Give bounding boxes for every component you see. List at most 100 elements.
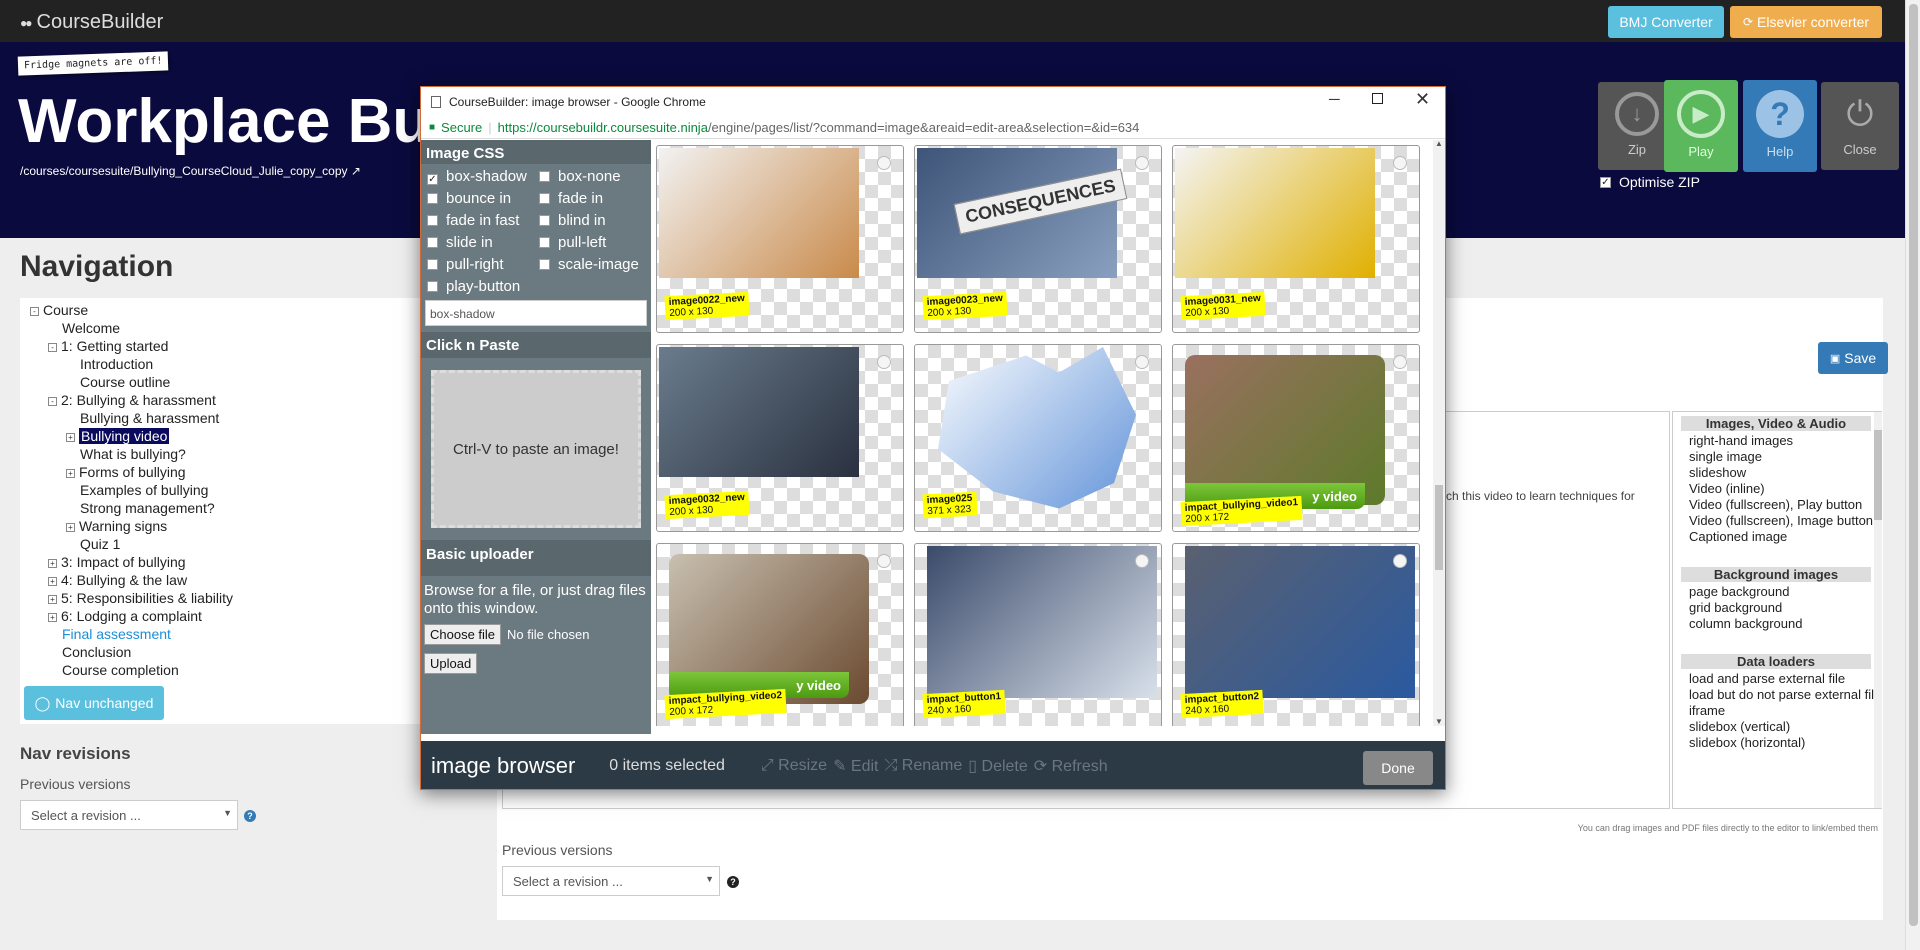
nav-tree-item[interactable]: +4: Bullying & the law — [48, 572, 187, 588]
sidebox-snippet-item[interactable]: page background — [1673, 584, 1881, 600]
css-option-checkbox[interactable] — [539, 259, 550, 270]
image-tile[interactable]: image025 371 x 323 — [914, 344, 1162, 532]
app-logo[interactable]: ●● CourseBuilder — [20, 11, 163, 34]
nav-tree-item[interactable]: Strong management? — [66, 500, 215, 516]
editor-revision-select[interactable]: Select a revision ... ▼ — [502, 866, 720, 896]
nav-tree-item[interactable]: Welcome — [48, 320, 120, 336]
sidebox-snippet-item[interactable]: slideshow — [1673, 465, 1881, 481]
expand-icon[interactable]: + — [66, 522, 75, 532]
nav-tree-item[interactable]: +6: Lodging a complaint — [48, 608, 202, 624]
css-option[interactable]: slide in — [427, 234, 493, 251]
css-option[interactable]: pull-right — [427, 256, 504, 273]
nav-tree-item[interactable]: Course completion — [48, 662, 179, 678]
nav-tree-item[interactable]: +5: Responsibilities & liability — [48, 590, 233, 606]
scroll-up-icon[interactable]: ▲ — [1435, 139, 1443, 148]
upload-button[interactable]: Upload — [424, 653, 478, 674]
select-checkbox[interactable] — [1135, 156, 1149, 170]
sidebox-snippet-item[interactable]: single image — [1673, 449, 1881, 465]
sidebox-scrollbar[interactable] — [1874, 412, 1882, 808]
css-option[interactable]: box-none — [539, 168, 621, 185]
play-button[interactable]: ▶ Play — [1664, 80, 1738, 172]
nav-tree-item[interactable]: -2: Bullying & harassment — [48, 392, 216, 408]
css-option[interactable]: bounce in — [427, 190, 511, 207]
css-option[interactable]: blind in — [539, 212, 606, 229]
image-tile[interactable]: CONSEQUENCES image0023_new 200 x 130 — [914, 145, 1162, 333]
nav-revision-select[interactable]: Select a revision ... ▼ — [20, 800, 238, 830]
sidebox-snippet-item[interactable]: Video (fullscreen), Play button — [1673, 497, 1881, 513]
sidebox-snippet-item[interactable]: slidebox (horizontal) — [1673, 735, 1881, 751]
image-tile[interactable]: impact_button1 240 x 160 — [914, 543, 1162, 726]
nav-tree-item[interactable]: +3: Impact of bullying — [48, 554, 186, 570]
nav-tree-item[interactable]: -1: Getting started — [48, 338, 168, 354]
rename-action[interactable]: ⤮ Rename — [885, 757, 963, 775]
css-option[interactable]: ✓ box-shadow — [427, 168, 527, 185]
css-option-checkbox[interactable] — [427, 215, 438, 226]
optimise-zip-toggle[interactable]: ✓ Optimise ZIP — [1600, 174, 1700, 190]
bmj-converter-button[interactable]: BMJ Converter — [1608, 6, 1724, 38]
css-option-checkbox[interactable] — [539, 193, 550, 204]
window-close-icon[interactable]: ✕ — [1415, 89, 1430, 110]
image-tile[interactable]: image0032_new 200 x 130 — [656, 344, 904, 532]
save-button[interactable]: ▣ Save — [1818, 342, 1888, 374]
paste-drop-zone[interactable]: Ctrl-V to paste an image! — [431, 370, 641, 528]
css-option-checkbox[interactable] — [427, 281, 438, 292]
sidebox-snippet-item[interactable]: right-hand images — [1673, 433, 1881, 449]
collapse-icon[interactable]: - — [48, 396, 57, 406]
delete-action[interactable]: ▯ Delete — [968, 756, 1028, 776]
sidebox-snippet-item[interactable]: iframe — [1673, 703, 1881, 719]
image-tile[interactable]: y video impact_bullying_video1 200 x 172 — [1172, 344, 1420, 532]
maximize-icon[interactable] — [1372, 93, 1383, 104]
nav-unchanged-button[interactable]: ◯ Nav unchanged — [24, 686, 164, 720]
minimize-icon[interactable]: ─ — [1329, 91, 1340, 108]
expand-icon[interactable]: + — [48, 594, 57, 604]
select-checkbox[interactable] — [877, 156, 891, 170]
sidebox-snippet-item[interactable]: Video (fullscreen), Image button — [1673, 513, 1881, 529]
refresh-action[interactable]: ⟳ Refresh — [1034, 756, 1108, 776]
nav-tree-item[interactable]: + Forms of bullying — [66, 464, 186, 480]
select-checkbox[interactable] — [1393, 156, 1407, 170]
css-option[interactable]: pull-left — [539, 234, 606, 251]
css-option-checkbox[interactable] — [427, 193, 438, 204]
css-class-input[interactable]: box-shadow — [425, 300, 647, 326]
nav-tree-item[interactable]: + Bullying video — [66, 428, 170, 444]
expand-icon[interactable]: + — [66, 468, 75, 478]
sidebox-snippet-item[interactable]: grid background — [1673, 600, 1881, 616]
sidebox-snippet-item[interactable]: load but do not parse external file — [1673, 687, 1881, 703]
nav-tree-item[interactable]: What is bullying? — [66, 446, 186, 462]
css-option-checkbox[interactable]: ✓ — [427, 174, 438, 185]
nav-tree-item[interactable]: Bullying & harassment — [66, 410, 219, 426]
page-scrollbar[interactable] — [1905, 0, 1920, 950]
css-option[interactable]: play-button — [427, 278, 520, 295]
sidebox-snippet-item[interactable]: column background — [1673, 616, 1881, 632]
sidebox-snippet-item[interactable]: slidebox (vertical) — [1673, 719, 1881, 735]
select-checkbox[interactable] — [877, 554, 891, 568]
help-info-icon[interactable]: ? — [727, 876, 739, 888]
image-tile[interactable]: image0022_new 200 x 130 — [656, 145, 904, 333]
file-chooser[interactable]: Choose file No file chosen — [421, 624, 651, 645]
image-tile[interactable]: y video impact_bullying_video2 200 x 172 — [656, 543, 904, 726]
nav-tree-item[interactable]: Course outline — [66, 374, 170, 390]
nav-tree-item[interactable]: Quiz 1 — [66, 536, 120, 552]
elsevier-converter-button[interactable]: ⟳ Elsevier converter — [1730, 6, 1882, 38]
sidebox-snippet-item[interactable]: load and parse external file — [1673, 671, 1881, 687]
css-option-checkbox[interactable] — [539, 171, 550, 182]
help-info-icon[interactable]: ? — [244, 810, 256, 822]
nav-tree-item[interactable]: - Course — [30, 302, 88, 318]
close-button[interactable]: ⏻ Close — [1821, 82, 1899, 170]
sidebox-scroll-thumb[interactable] — [1874, 430, 1882, 520]
choose-file-button[interactable]: Choose file — [424, 624, 502, 645]
gallery-scroll-thumb[interactable] — [1435, 485, 1443, 570]
css-option-checkbox[interactable] — [539, 237, 550, 248]
select-checkbox[interactable] — [1135, 554, 1149, 568]
nav-tree-item[interactable]: Final assessment — [48, 626, 171, 642]
expand-icon[interactable]: + — [66, 432, 75, 442]
select-checkbox[interactable] — [1393, 355, 1407, 369]
address-bar[interactable]: ■ Secure | https://coursebuildr.coursesu… — [421, 117, 1445, 139]
css-option[interactable]: scale-image — [539, 256, 639, 273]
gallery-scrollbar[interactable]: ▲ ▼ — [1433, 139, 1445, 726]
nav-tree-item[interactable]: Examples of bullying — [66, 482, 208, 498]
sidebox-snippet-item[interactable]: Captioned image — [1673, 529, 1881, 545]
image-tile[interactable]: impact_button2 240 x 160 — [1172, 543, 1420, 726]
help-button[interactable]: ? Help — [1743, 80, 1817, 172]
resize-action[interactable]: ⤢ Resize — [761, 757, 827, 775]
